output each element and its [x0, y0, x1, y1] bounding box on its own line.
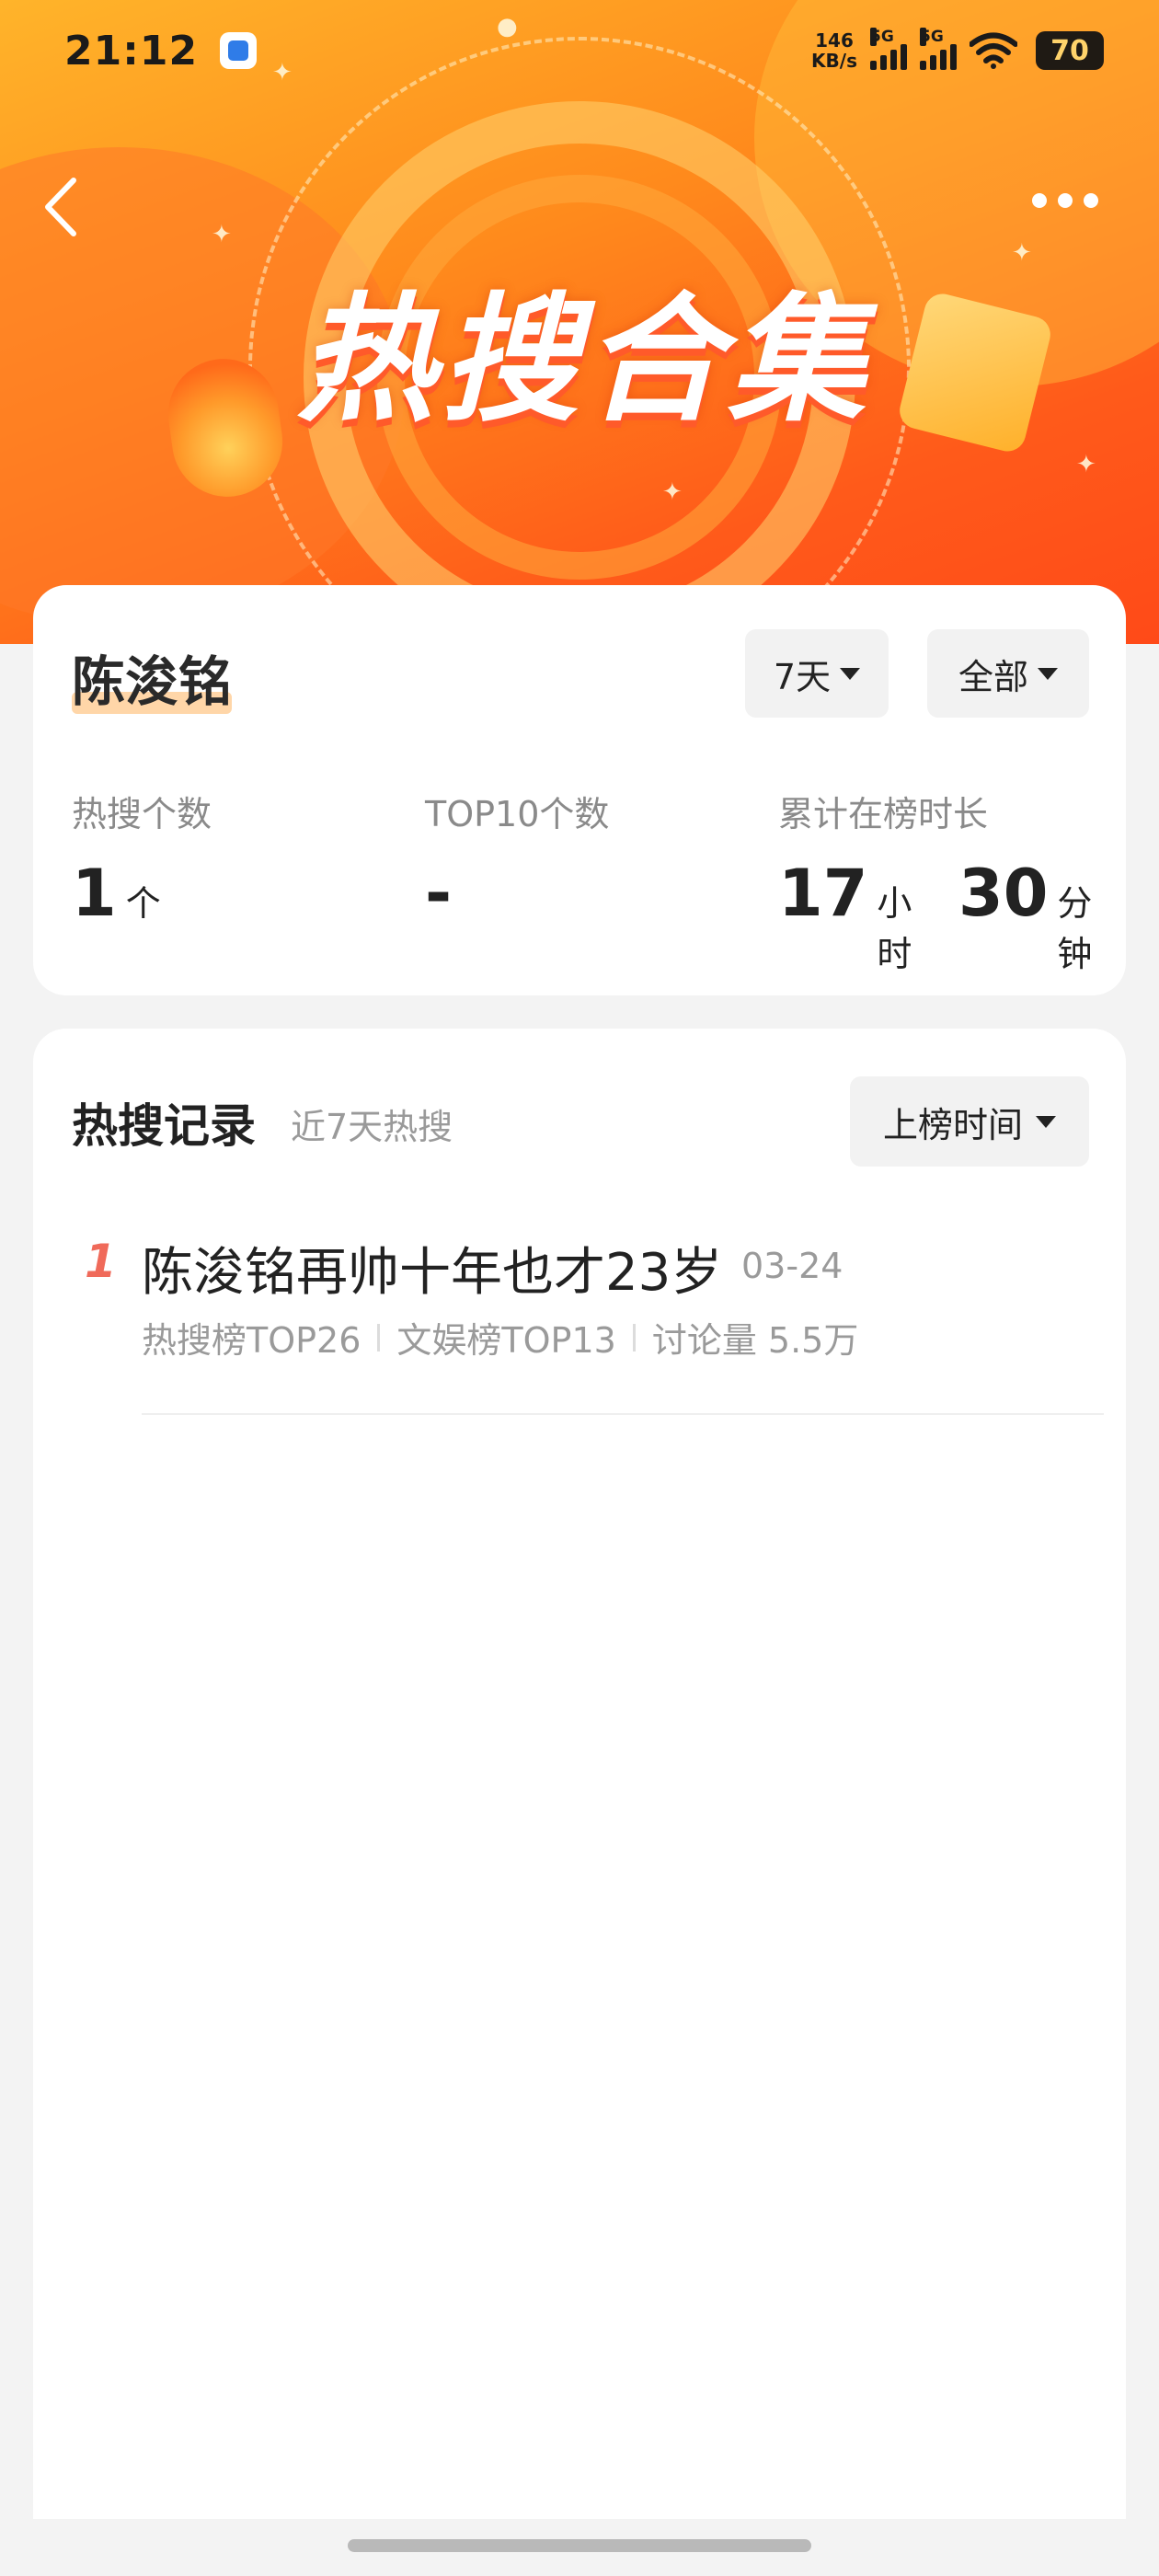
- records-card: 热搜记录 近7天热搜 上榜时间 1 陈浚铭再帅十年也才23岁 03-24 热搜榜…: [33, 1029, 1126, 2519]
- record-date: 03-24: [741, 1246, 843, 1286]
- chevron-left-icon: [45, 178, 76, 236]
- banner-title: 热搜合集: [296, 281, 871, 441]
- stat-label: 热搜个数: [72, 794, 212, 834]
- summary-card: 陈浚铭 7天 全部 热搜个数 1 个 TOP10个数 - 累计在榜时长 17 小…: [33, 585, 1126, 995]
- stat-number: 30: [958, 856, 1049, 931]
- record-meta-item: 热搜榜TOP26: [142, 1320, 361, 1361]
- stat-label: TOP10个数: [425, 794, 610, 834]
- person-name: 陈浚铭: [72, 650, 233, 713]
- record-meta: 热搜榜TOP26 文娱榜TOP13 讨论量 5.5万: [142, 1312, 858, 1363]
- divider: [632, 1323, 636, 1351]
- battery-indicator: 70: [1036, 31, 1104, 70]
- signal-label: 5G: [870, 28, 894, 46]
- more-options-icon[interactable]: [1032, 193, 1098, 208]
- stat-number: -: [425, 856, 453, 931]
- stat-label: 累计在榜时长: [778, 794, 989, 834]
- sparkle-icon: ✦: [662, 478, 683, 506]
- divider: [377, 1323, 381, 1351]
- caret-down-icon: [1036, 1115, 1056, 1128]
- signal-icon: 5G: [870, 28, 907, 70]
- caret-down-icon: [840, 667, 861, 680]
- sort-label: 上榜时间: [882, 1104, 1023, 1145]
- status-indicators: 146 KB/s 5G 5G 70: [811, 28, 1104, 71]
- stat-value: 17 小时 30 分钟: [778, 856, 1126, 976]
- signal-icon: 5G: [920, 28, 957, 70]
- category-filter-dropdown[interactable]: 全部: [927, 629, 1089, 718]
- banner: ✦ ● ✦ ✦ ✦ ✦ 热搜合集 21:12 146 KB/s 5G 5G 70: [0, 0, 1159, 644]
- sparkle-icon: ✦: [1076, 451, 1096, 478]
- stat-unit: 个: [125, 883, 161, 924]
- home-indicator[interactable]: [348, 2539, 811, 2552]
- status-bar: 21:12 146 KB/s 5G 5G 70: [0, 0, 1159, 101]
- stat-value: -: [425, 856, 452, 931]
- network-speed-value: 146: [815, 29, 854, 52]
- rank-number: 1: [85, 1235, 117, 1288]
- person-name-wrap: 陈浚铭: [72, 638, 233, 716]
- app-notification-icon: [220, 32, 258, 69]
- stat-unit: 小时: [877, 883, 912, 974]
- section-subtitle: 近7天热搜: [291, 1107, 453, 1147]
- status-time: 21:12: [64, 27, 199, 75]
- stat-number: 1: [72, 856, 117, 931]
- stat-value: 1 个: [72, 856, 174, 931]
- period-filter-label: 7天: [773, 656, 832, 697]
- section-title: 热搜记录: [72, 1099, 256, 1153]
- period-filter-dropdown[interactable]: 7天: [745, 629, 889, 718]
- record-meta-item: 讨论量 5.5万: [651, 1320, 859, 1361]
- hot-search-collection-page: ✦ ● ✦ ✦ ✦ ✦ 热搜合集 21:12 146 KB/s 5G 5G 70…: [0, 0, 1159, 2576]
- stat-number: 17: [778, 856, 868, 931]
- signal-label: 5G: [920, 28, 944, 46]
- sparkle-icon: ✦: [1012, 239, 1032, 267]
- network-speed-unit: KB/s: [811, 50, 857, 72]
- record-title[interactable]: 陈浚铭再帅十年也才23岁: [142, 1231, 722, 1305]
- back-icon[interactable]: [40, 175, 96, 239]
- sparkle-icon: ✦: [212, 221, 232, 248]
- wifi-icon: [970, 32, 1017, 69]
- divider: [142, 1413, 1104, 1415]
- record-meta-item: 文娱榜TOP13: [396, 1320, 616, 1361]
- network-speed: 146 KB/s: [811, 30, 857, 71]
- category-filter-label: 全部: [958, 656, 1028, 697]
- caret-down-icon: [1038, 667, 1058, 680]
- sort-dropdown[interactable]: 上榜时间: [850, 1076, 1089, 1167]
- stat-unit: 分钟: [1057, 883, 1093, 974]
